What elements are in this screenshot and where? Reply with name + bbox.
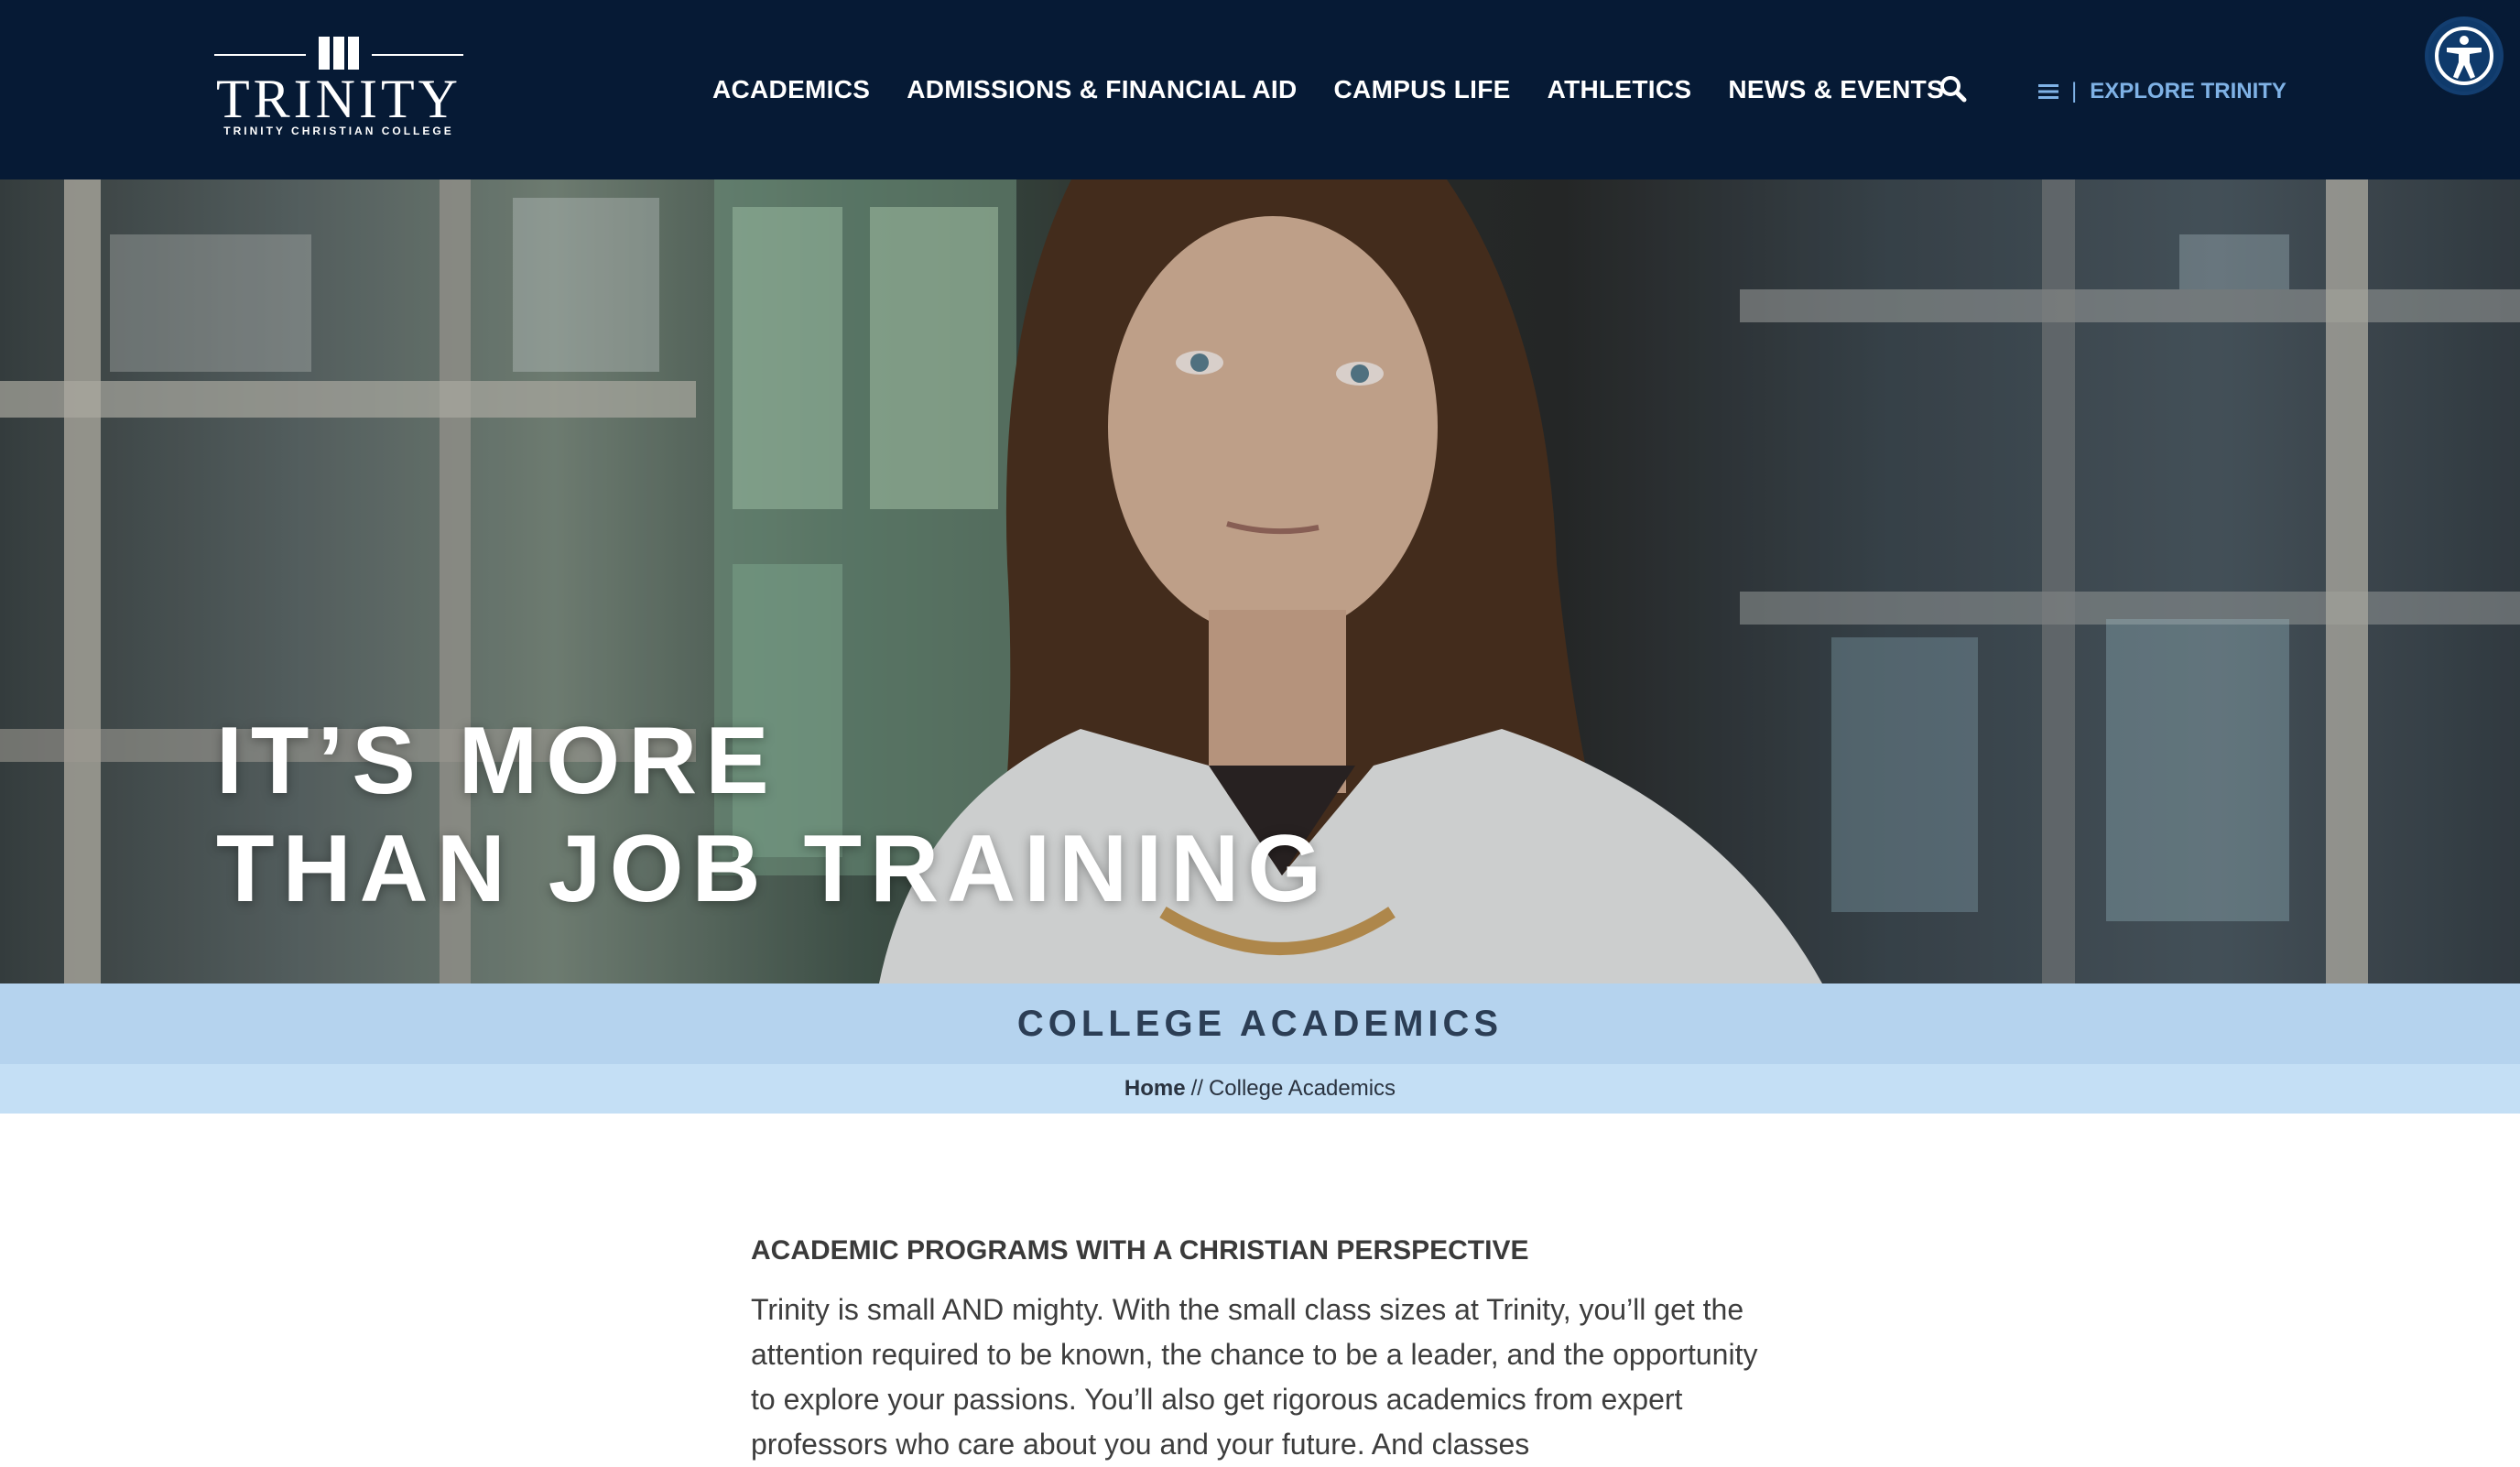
section-title: COLLEGE ACADEMICS <box>1016 1003 1504 1044</box>
accessibility-button[interactable] <box>2425 16 2504 95</box>
breadcrumb-home-link[interactable]: Home <box>1124 1076 1186 1102</box>
hero-headline: IT’S MORE THAN JOB TRAINING <box>216 707 1330 923</box>
breadcrumb-divider: // <box>1190 1076 1203 1101</box>
logo-wordmark: TRINITY <box>216 69 462 129</box>
section-title-band: COLLEGE ACADEMICS <box>0 983 2520 1064</box>
nav-news-events[interactable]: NEWS & EVENTS <box>1728 75 1944 104</box>
trinity-logo[interactable]: TRINITY TRINITY CHRISTIAN COLLEGE <box>214 31 463 141</box>
main-content: ACADEMIC PROGRAMS WITH A CHRISTIAN PERSP… <box>751 1231 1767 1467</box>
logo-subtitle: TRINITY CHRISTIAN COLLEGE <box>223 125 454 137</box>
content-paragraph: Trinity is small AND mighty. With the sm… <box>751 1293 1758 1461</box>
explore-separator: | <box>2071 79 2078 103</box>
logo-columns-icon <box>214 37 463 70</box>
search-button[interactable] <box>1938 73 1969 104</box>
site-header: TRINITY TRINITY CHRISTIAN COLLEGE ACADEM… <box>0 0 2520 179</box>
hero-headline-line-1: IT’S MORE <box>216 708 777 814</box>
main-nav: ACADEMICS ADMISSIONS & FINANCIAL AID CAM… <box>712 71 1981 108</box>
explore-trinity-menu[interactable]: | EXPLORE TRINITY <box>2038 73 2286 110</box>
explore-label: EXPLORE TRINITY <box>2090 79 2286 103</box>
hero-banner: IT’S MORE THAN JOB TRAINING <box>0 179 2520 983</box>
hero-headline-line-2: THAN JOB TRAINING <box>216 816 1331 922</box>
nav-campus-life[interactable]: CAMPUS LIFE <box>1334 75 1511 104</box>
nav-admissions-financial-aid[interactable]: ADMISSIONS & FINANCIAL AID <box>907 75 1297 104</box>
nav-athletics[interactable]: ATHLETICS <box>1548 75 1692 104</box>
search-icon <box>1940 76 1967 103</box>
content-heading: ACADEMIC PROGRAMS WITH A CHRISTIAN PERSP… <box>751 1235 1529 1266</box>
breadcrumb-current: College Academics <box>1208 1076 1396 1101</box>
accessibility-icon <box>2435 27 2493 85</box>
hamburger-icon <box>2038 84 2058 99</box>
nav-academics[interactable]: ACADEMICS <box>712 75 870 104</box>
breadcrumb: Home // College Academics <box>0 1064 2520 1114</box>
